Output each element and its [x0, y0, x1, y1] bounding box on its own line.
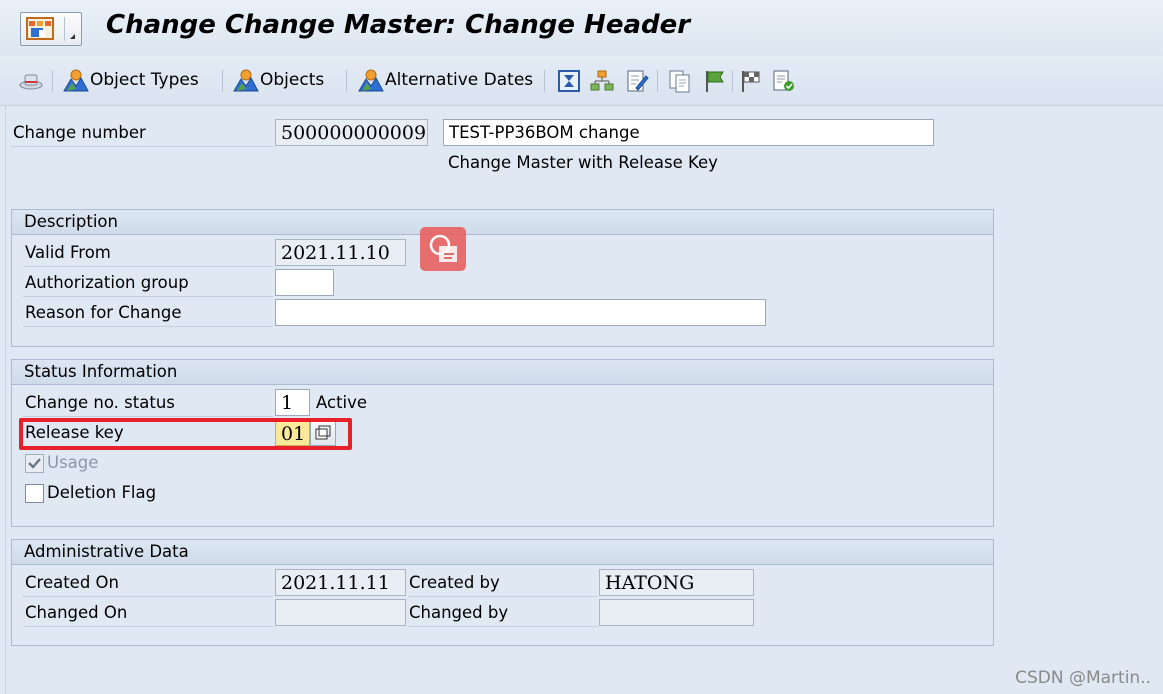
toolbar-divider [222, 70, 223, 92]
objects-icon [233, 69, 259, 92]
label-underline [11, 146, 273, 147]
usage-checkbox[interactable] [25, 454, 44, 473]
admin-group-header: Administrative Data [12, 540, 993, 565]
release-key-highlight [19, 418, 352, 450]
label-underline [408, 596, 598, 597]
hat-icon[interactable] [18, 68, 44, 94]
deletion-flag-checkbox[interactable] [25, 484, 44, 503]
alternative-dates-label: Alternative Dates [385, 70, 534, 90]
objects-button[interactable]: Objects [232, 66, 324, 94]
reason-for-change-label: Reason for Change [25, 303, 182, 322]
created-by-field[interactable]: HATONG [599, 569, 754, 596]
label-underline [23, 626, 273, 627]
created-on-field[interactable]: 2021.11.11 [275, 569, 406, 596]
toolbar-divider [544, 70, 545, 92]
label-underline [23, 266, 273, 267]
change-status-field[interactable]: 1 [275, 389, 310, 416]
dropdown-arrow-icon [70, 34, 75, 39]
created-by-label: Created by [409, 573, 500, 592]
object-types-label: Object Types [90, 70, 199, 90]
copy-document-icon[interactable] [667, 68, 693, 94]
valid-from-label: Valid From [25, 243, 111, 262]
toolbar-divider [732, 70, 733, 92]
checkmark-icon [28, 458, 41, 469]
authorization-group-field[interactable] [275, 269, 334, 296]
title-bar: Change Change Master: Change Header [0, 0, 1163, 56]
edit-document-icon[interactable] [624, 68, 650, 94]
changed-by-label: Changed by [409, 603, 509, 622]
search-help-icon[interactable] [420, 227, 466, 271]
menu-button-divider [64, 17, 65, 41]
left-border [5, 106, 6, 694]
change-number-field[interactable]: 500000000009 [275, 119, 428, 146]
admin-group-title: Administrative Data [24, 542, 189, 561]
label-underline [23, 326, 273, 327]
description-group-header: Description [12, 210, 993, 235]
change-number-label: Change number [13, 123, 146, 142]
system-menu-icon [26, 17, 54, 40]
administrative-data-group: Administrative Data [11, 539, 994, 646]
change-type-text: Change Master with Release Key [448, 153, 718, 172]
label-underline [23, 416, 273, 417]
change-status-text: Active [316, 393, 368, 412]
toolbar-divider [657, 70, 658, 92]
system-menu-button[interactable] [20, 12, 82, 46]
status-group-title: Status Information [24, 362, 178, 381]
checkered-flag-icon[interactable] [738, 68, 764, 94]
status-group-header: Status Information [12, 360, 993, 385]
document-check-icon[interactable] [770, 68, 796, 94]
toolbar-divider [52, 70, 53, 92]
objects-label: Objects [260, 70, 325, 90]
label-underline [23, 596, 273, 597]
alternative-dates-icon [358, 69, 384, 92]
change-status-label: Change no. status [25, 393, 175, 412]
toolbar-divider [346, 70, 347, 92]
hourglass-icon[interactable] [556, 68, 582, 94]
deletion-flag-label: Deletion Flag [47, 483, 157, 502]
change-description-field[interactable]: TEST-PP36BOM change [443, 119, 934, 146]
label-underline [408, 626, 598, 627]
hierarchy-icon[interactable] [589, 68, 615, 94]
reason-for-change-field[interactable] [275, 299, 766, 326]
object-types-button[interactable]: Object Types [62, 66, 199, 94]
changed-on-field[interactable] [275, 599, 406, 626]
label-underline [23, 296, 273, 297]
description-group-title: Description [24, 212, 118, 231]
usage-label: Usage [47, 453, 99, 472]
valid-from-field[interactable]: 2021.11.10 [275, 239, 406, 266]
application-toolbar: Object Types Objects Alternative Dates [0, 56, 1163, 106]
created-on-label: Created On [25, 573, 119, 592]
alternative-dates-button[interactable]: Alternative Dates [357, 66, 533, 94]
green-flag-icon[interactable] [702, 68, 728, 94]
watermark: CSDN @Martin.. [1015, 668, 1151, 688]
changed-by-field[interactable] [599, 599, 754, 626]
authorization-group-label: Authorization group [25, 273, 189, 292]
changed-on-label: Changed On [25, 603, 128, 622]
object-types-icon [63, 69, 89, 92]
page-title: Change Change Master: Change Header [106, 10, 691, 40]
